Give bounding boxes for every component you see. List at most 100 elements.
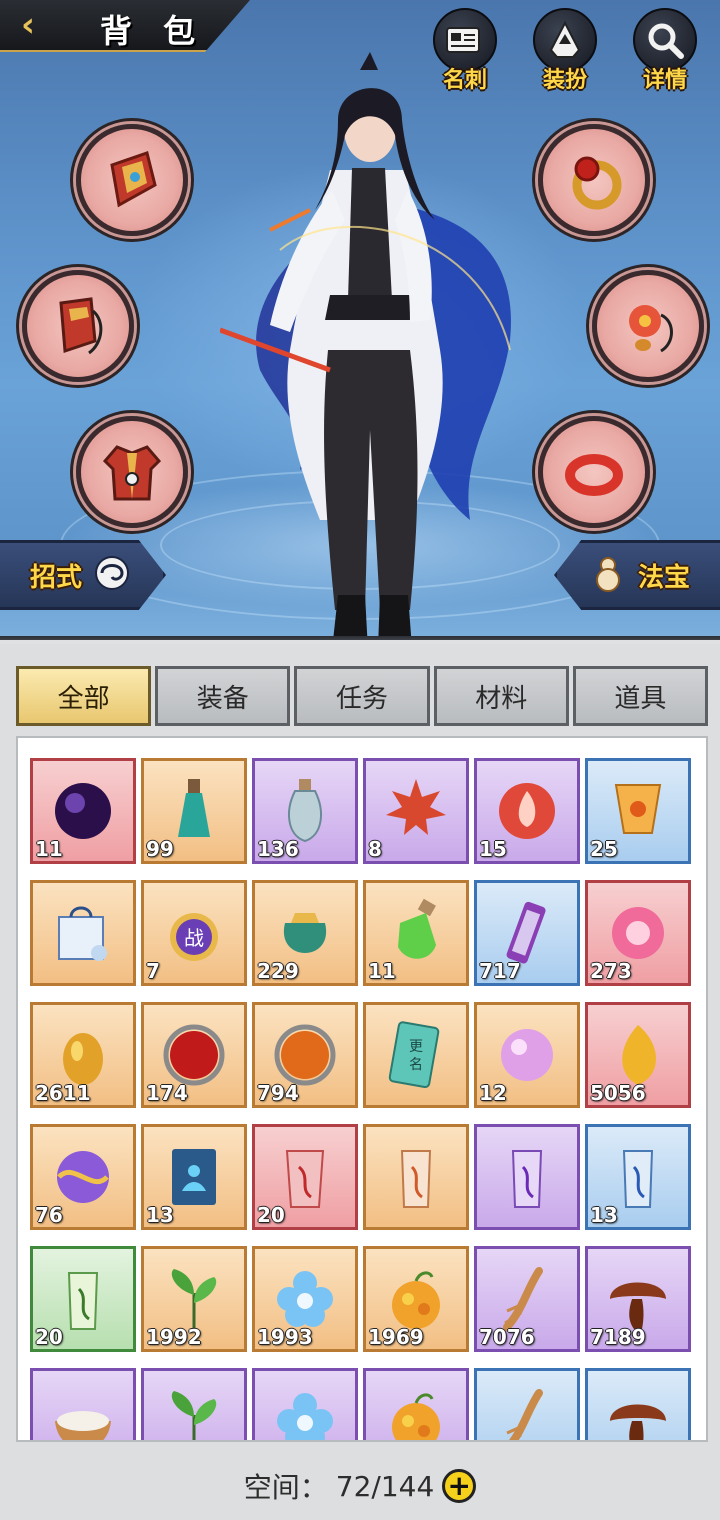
character-figure — [220, 52, 511, 640]
skills-tab[interactable]: 招式 — [0, 540, 166, 610]
inventory-item-slot[interactable]: 229 — [252, 880, 358, 986]
svg-text:战: 战 — [184, 926, 204, 950]
back-button[interactable]: ‹ — [8, 8, 48, 44]
item-count: 11 — [368, 959, 396, 983]
maple-leaf-icon — [386, 779, 446, 835]
item-count: 5056 — [590, 1081, 646, 1105]
flower-pendant-icon — [629, 305, 673, 353]
inventory-item-slot[interactable]: 717 — [474, 880, 580, 986]
equip-slot-amulet[interactable] — [592, 270, 704, 382]
inventory-item-slot[interactable] — [474, 1368, 580, 1440]
item-count: 229 — [257, 959, 299, 983]
item-count: 7189 — [590, 1325, 646, 1349]
svg-text:名: 名 — [409, 1057, 423, 1073]
inventory-item-slot[interactable] — [30, 880, 136, 986]
item-count: 12 — [479, 1081, 507, 1105]
inventory-item-slot[interactable] — [363, 1124, 469, 1230]
inventory-item-slot[interactable]: 136 — [252, 758, 358, 864]
item-count: 20 — [257, 1203, 285, 1227]
inventory-item-slot[interactable]: 20 — [30, 1246, 136, 1352]
inventory-item-slot[interactable]: 25 — [585, 758, 691, 864]
inventory-item-slot[interactable] — [363, 1368, 469, 1440]
inventory-item-slot[interactable]: 99 — [141, 758, 247, 864]
inventory-item-slot[interactable]: 7076 — [474, 1246, 580, 1352]
name-card-button[interactable]: 名刺 — [426, 8, 504, 93]
item-count: 717 — [479, 959, 521, 983]
inventory-item-slot[interactable]: 273 — [585, 880, 691, 986]
capacity-value: 72/144 — [335, 1469, 435, 1503]
item-count: 7 — [146, 959, 160, 983]
tea-sprout-icon — [171, 1391, 217, 1440]
details-label: 详情 — [642, 68, 687, 93]
inventory-item-slot[interactable]: 12 — [474, 1002, 580, 1108]
inventory-item-slot[interactable]: 2611 — [30, 1002, 136, 1108]
inventory-item-slot[interactable] — [141, 1368, 247, 1440]
item-count: 174 — [146, 1081, 188, 1105]
equip-slot-weapon[interactable] — [76, 124, 188, 236]
ginseng-root-icon — [506, 1389, 543, 1440]
blue-flower-icon — [277, 1393, 333, 1440]
outfit-button[interactable]: 装扮 — [526, 8, 604, 93]
inventory-item-slot[interactable] — [252, 1368, 358, 1440]
inventory-item-slot[interactable]: 15 — [474, 758, 580, 864]
swirl-icon — [92, 553, 132, 597]
outfit-label: 装扮 — [542, 68, 587, 93]
inventory-item-slot[interactable]: 174 — [141, 1002, 247, 1108]
item-count: 25 — [590, 837, 618, 861]
item-count: 99 — [146, 837, 174, 861]
item-count: 20 — [35, 1325, 63, 1349]
tab-materials[interactable]: 材料 — [433, 666, 569, 726]
inventory-item-slot[interactable] — [30, 1368, 136, 1440]
inventory-item-slot[interactable]: 8 — [363, 758, 469, 864]
item-count: 2611 — [35, 1081, 91, 1105]
equip-slot-bracelet[interactable] — [538, 416, 650, 528]
inventory-item-slot[interactable]: 76 — [30, 1124, 136, 1230]
plus-icon: + — [447, 1469, 471, 1502]
hood-icon — [59, 297, 103, 355]
inventory-grid: 11 99 136 8 15 25 战 7 229 11 717 273 2611 174 794 更名 12 5… — [30, 758, 694, 1440]
inventory-tabs: 全部 装备 任务 材料 道具 — [16, 666, 709, 726]
capacity-bar: 空间： 72/144 + — [0, 1456, 720, 1516]
equip-slot-armor[interactable] — [76, 416, 188, 528]
rename-card-icon: 更名 — [388, 1021, 440, 1089]
inventory-item-slot[interactable]: 13 — [141, 1124, 247, 1230]
item-count: 1993 — [257, 1325, 313, 1349]
tab-quest[interactable]: 任务 — [294, 666, 430, 726]
inventory-item-slot[interactable]: 1969 — [363, 1246, 469, 1352]
gem-ring-icon — [572, 156, 622, 210]
item-count: 1992 — [146, 1325, 202, 1349]
inventory-item-slot[interactable]: 更名 — [363, 1002, 469, 1108]
name-card-label: 名刺 — [442, 68, 487, 93]
inventory-item-slot[interactable]: 7189 — [585, 1246, 691, 1352]
inventory-item-slot[interactable]: 1992 — [141, 1246, 247, 1352]
capacity-label: 空间： — [243, 1471, 328, 1504]
equip-slot-ring[interactable] — [538, 124, 650, 236]
treasure-tab[interactable]: 法宝 — [554, 540, 720, 610]
inventory-item-slot[interactable]: 1993 — [252, 1246, 358, 1352]
inventory-item-slot[interactable]: 战7 — [141, 880, 247, 986]
tab-equipment[interactable]: 装备 — [155, 666, 291, 726]
inventory-item-slot[interactable]: 13 — [585, 1124, 691, 1230]
details-button[interactable]: 详情 — [626, 8, 704, 93]
item-count: 11 — [35, 837, 63, 861]
svg-text:更: 更 — [409, 1039, 423, 1055]
inventory-item-slot[interactable]: 11 — [363, 880, 469, 986]
inventory-item-slot[interactable]: 5056 — [585, 1002, 691, 1108]
inventory-grid-container[interactable]: 11 99 136 8 15 25 战 7 229 11 717 273 2611 174 794 更名 12 5… — [16, 736, 708, 1442]
inventory-item-slot[interactable] — [585, 1368, 691, 1440]
item-count: 13 — [146, 1203, 174, 1227]
expand-capacity-button[interactable]: + — [442, 1469, 477, 1503]
item-count: 136 — [257, 837, 299, 861]
rice-bowl-icon — [55, 1411, 111, 1440]
inventory-item-slot[interactable]: 11 — [30, 758, 136, 864]
equip-slot-helmet[interactable] — [22, 270, 134, 382]
purple-talisman-icon — [511, 1150, 543, 1208]
tab-items[interactable]: 道具 — [572, 666, 709, 726]
inventory-item-slot[interactable]: 794 — [252, 1002, 358, 1108]
tab-all[interactable]: 全部 — [16, 666, 152, 726]
battle-medal-icon: 战 — [170, 913, 218, 961]
inventory-item-slot[interactable] — [474, 1124, 580, 1230]
golden-fruit-icon — [392, 1393, 440, 1440]
inventory-item-slot[interactable]: 20 — [252, 1124, 358, 1230]
item-count: 7076 — [479, 1325, 535, 1349]
